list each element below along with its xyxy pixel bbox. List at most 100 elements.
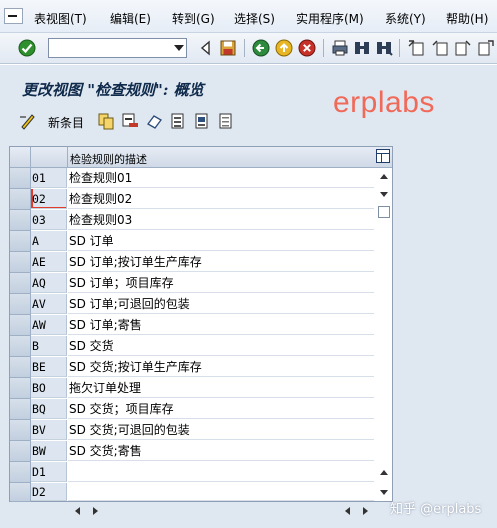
find-next-icon[interactable] <box>374 38 394 58</box>
row-key-cell[interactable]: B <box>31 336 67 356</box>
scroll-up-icon[interactable] <box>380 174 388 179</box>
row-selector[interactable] <box>10 231 31 252</box>
menu-system[interactable]: 系统(Y) <box>385 10 426 27</box>
scroll-thumb[interactable] <box>378 206 390 218</box>
new-entries-button[interactable]: 新条目 <box>48 114 84 131</box>
scroll-right-end-icon[interactable] <box>363 507 368 515</box>
row-key-cell[interactable]: AE <box>31 252 67 272</box>
row-description-cell[interactable]: SD 订单;寄售 <box>68 315 374 335</box>
row-description-cell[interactable]: SD 交货;寄售 <box>68 441 374 461</box>
row-selector[interactable] <box>10 210 31 231</box>
command-input[interactable] <box>49 39 173 57</box>
horizontal-scrollbar[interactable] <box>9 502 393 519</box>
row-description-cell[interactable]: SD 订单 <box>68 231 374 251</box>
back-nav-icon[interactable] <box>251 38 271 58</box>
row-selector[interactable] <box>10 315 31 336</box>
row-selector[interactable] <box>10 294 31 315</box>
row-key-cell[interactable]: BV <box>31 420 67 440</box>
row-key-cell[interactable]: BQ <box>31 399 67 419</box>
row-description-cell[interactable] <box>68 462 374 482</box>
scroll-right-icon[interactable] <box>93 507 98 515</box>
row-key-cell[interactable]: BW <box>31 441 67 461</box>
select-block-icon[interactable] <box>192 111 212 131</box>
save-icon[interactable] <box>218 38 238 58</box>
next-page-icon[interactable] <box>453 38 473 58</box>
row-key-cell[interactable]: A <box>31 231 67 251</box>
scroll-left-icon[interactable] <box>75 507 80 515</box>
row-description-cell[interactable]: 拖欠订单处理 <box>68 378 374 398</box>
row-description-cell[interactable]: SD 交货;可退回的包装 <box>68 420 374 440</box>
row-selector[interactable] <box>10 357 31 378</box>
column-header-key[interactable] <box>31 147 68 167</box>
prev-page-icon[interactable] <box>430 38 450 58</box>
page-title: 更改视图 "检查规则": 概览 <box>22 81 204 99</box>
scroll-page-down-icon[interactable] <box>380 490 388 495</box>
row-key-cell[interactable]: BO <box>31 378 67 398</box>
menu-table-view[interactable]: 表视图(T) <box>34 10 87 27</box>
command-dropdown-icon[interactable] <box>174 45 184 51</box>
enter-icon[interactable] <box>17 38 37 58</box>
select-all-icon[interactable] <box>168 111 188 131</box>
row-description-cell[interactable]: 检查规则03 <box>68 210 374 230</box>
row-description-cell[interactable]: SD 订单；项目库存 <box>68 273 374 293</box>
copy-icon[interactable] <box>96 111 116 131</box>
menu-edit[interactable]: 编辑(E) <box>110 10 151 27</box>
menu-help[interactable]: 帮助(H) <box>446 10 488 27</box>
vertical-scrollbar[interactable] <box>376 168 392 501</box>
row-description-cell[interactable]: 检查规则02 <box>68 189 374 209</box>
deselect-all-icon[interactable] <box>216 111 236 131</box>
row-description-cell[interactable]: SD 交货 <box>68 336 374 356</box>
back-icon[interactable] <box>196 38 216 58</box>
row-key-cell[interactable]: D2 <box>31 483 67 501</box>
row-key-cell[interactable]: AQ <box>31 273 67 293</box>
row-key-cell[interactable]: AV <box>31 294 67 314</box>
row-selector[interactable] <box>10 483 31 502</box>
new-entries-icon[interactable] <box>18 111 38 131</box>
find-icon[interactable] <box>352 38 372 58</box>
row-description-cell[interactable]: SD 交货;按订单生产库存 <box>68 357 374 377</box>
last-page-icon[interactable] <box>476 38 496 58</box>
row-key-cell[interactable]: 03 <box>31 210 67 230</box>
first-page-icon[interactable] <box>406 38 426 58</box>
row-selector[interactable] <box>10 462 31 483</box>
scroll-down-icon[interactable] <box>380 192 388 197</box>
scroll-left-end-icon[interactable] <box>345 507 350 515</box>
row-selector[interactable] <box>10 336 31 357</box>
table-settings-icon[interactable] <box>376 149 390 163</box>
row-selector[interactable] <box>10 168 31 189</box>
undo-icon[interactable] <box>144 111 164 131</box>
row-selector[interactable] <box>10 399 31 420</box>
menu-utilities[interactable]: 实用程序(M) <box>296 10 364 27</box>
delete-icon[interactable] <box>120 111 140 131</box>
row-key-cell[interactable]: BE <box>31 357 67 377</box>
menu-grip-icon[interactable] <box>4 8 23 24</box>
row-key-cell[interactable]: AW <box>31 315 67 335</box>
table-row: BV SD 交货;可退回的包装 <box>10 420 374 441</box>
row-description-cell[interactable]: SD 交货；项目库存 <box>68 399 374 419</box>
toolbar-separator <box>399 39 400 57</box>
row-selector[interactable] <box>10 189 31 210</box>
row-description-cell[interactable]: SD 订单;按订单生产库存 <box>68 252 374 272</box>
column-header-description[interactable]: 检验规则的描述 <box>70 151 147 167</box>
row-selector[interactable] <box>10 420 31 441</box>
row-description-cell[interactable]: 检查规则01 <box>68 168 374 188</box>
menu-selection[interactable]: 选择(S) <box>234 10 275 27</box>
scroll-page-up-icon[interactable] <box>380 470 388 475</box>
source-watermark: 知乎 @erplabs <box>390 502 482 517</box>
menu-goto[interactable]: 转到(G) <box>172 10 215 27</box>
row-key-cell[interactable]: D1 <box>31 462 67 482</box>
application-toolbar: 新条目 <box>0 108 497 134</box>
row-selector[interactable] <box>10 273 31 294</box>
print-icon[interactable] <box>330 38 350 58</box>
exit-icon[interactable] <box>274 38 294 58</box>
row-key-cell-focused[interactable]: 02 <box>31 189 67 209</box>
row-key-cell[interactable]: 01 <box>31 168 67 188</box>
cancel-icon[interactable] <box>297 38 317 58</box>
row-description-cell[interactable] <box>68 483 374 501</box>
command-field[interactable] <box>48 38 187 58</box>
select-all-rows-button[interactable] <box>10 147 31 167</box>
row-selector[interactable] <box>10 252 31 273</box>
row-selector[interactable] <box>10 441 31 462</box>
row-description-cell[interactable]: SD 订单;可退回的包装 <box>68 294 374 314</box>
row-selector[interactable] <box>10 378 31 399</box>
